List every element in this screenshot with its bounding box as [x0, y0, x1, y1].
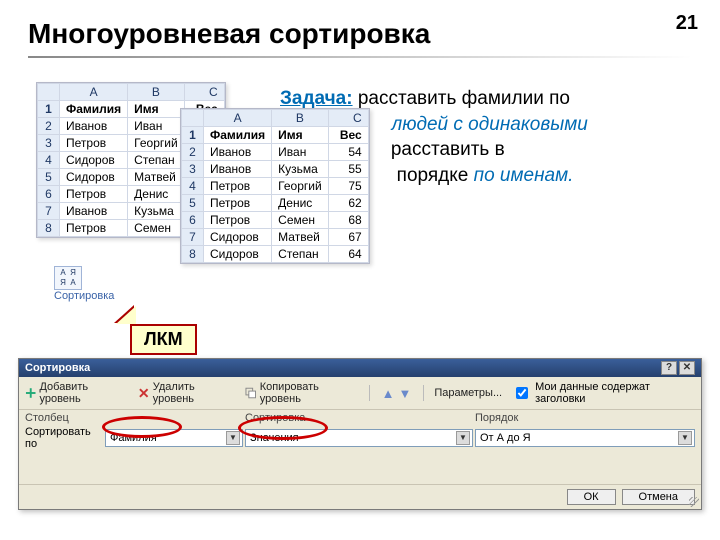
delete-level-button[interactable]: Удалить уровень — [138, 381, 235, 405]
chevron-down-icon: ▼ — [678, 431, 692, 445]
headers-checkbox[interactable]: Мои данные содержат заголовки — [512, 381, 695, 405]
sort-by-label: Сортировать по — [25, 426, 105, 450]
dialog-toolbar: Добавить уровень Удалить уровень Копиров… — [19, 377, 701, 410]
headers-checkbox-input[interactable] — [516, 387, 528, 399]
ok-button[interactable]: ОК — [567, 489, 616, 505]
delete-level-icon — [138, 387, 149, 399]
resize-grip[interactable] — [689, 497, 699, 507]
column-combo[interactable]: Фамилия▼ — [105, 429, 243, 447]
title-rule — [28, 56, 692, 58]
dialog-footer: ОК Отмена — [19, 484, 701, 509]
move-buttons[interactable]: ▲▼ — [380, 386, 414, 401]
close-button[interactable]: ✕ — [679, 361, 695, 375]
cancel-button[interactable]: Отмена — [622, 489, 695, 505]
page-number: 21 — [676, 12, 698, 35]
callout-lkm: ЛКМ — [130, 324, 197, 355]
slide-title: Многоуровневая сортировка — [28, 18, 692, 50]
dialog-title: Сортировка — [25, 362, 90, 374]
sort-dialog: Сортировка ? ✕ Добавить уровень Удалить … — [18, 358, 702, 510]
add-level-button[interactable]: Добавить уровень — [25, 381, 128, 405]
sort-ribbon-label: Сортировка — [54, 290, 114, 302]
order-combo[interactable]: От А до Я▼ — [475, 429, 695, 447]
dialog-titlebar: Сортировка ? ✕ — [19, 359, 701, 377]
copy-level-button[interactable]: Копировать уровень — [245, 381, 358, 405]
dialog-column-headers: Столбец Сортировка Порядок — [19, 410, 701, 424]
help-button[interactable]: ? — [661, 361, 677, 375]
chevron-down-icon: ▼ — [456, 431, 470, 445]
sorton-combo[interactable]: Значения▼ — [245, 429, 473, 447]
task-label: Задача: — [280, 88, 353, 109]
add-level-icon — [25, 387, 36, 399]
spreadsheet-after: ABC1ФамилияИмяВес2ИвановИван543ИвановКуз… — [180, 108, 370, 264]
copy-level-icon — [245, 387, 256, 399]
move-up-icon[interactable]: ▲ — [380, 386, 397, 401]
sort-ribbon-button[interactable]: АЯЯА Сортировка — [54, 266, 114, 302]
params-button[interactable]: Параметры... — [434, 387, 502, 399]
move-down-icon[interactable]: ▼ — [396, 386, 413, 401]
chevron-down-icon: ▼ — [226, 431, 240, 445]
sort-level-row: Сортировать по Фамилия▼ Значения▼ От А д… — [19, 424, 701, 456]
sort-icon: АЯЯА — [54, 266, 82, 290]
